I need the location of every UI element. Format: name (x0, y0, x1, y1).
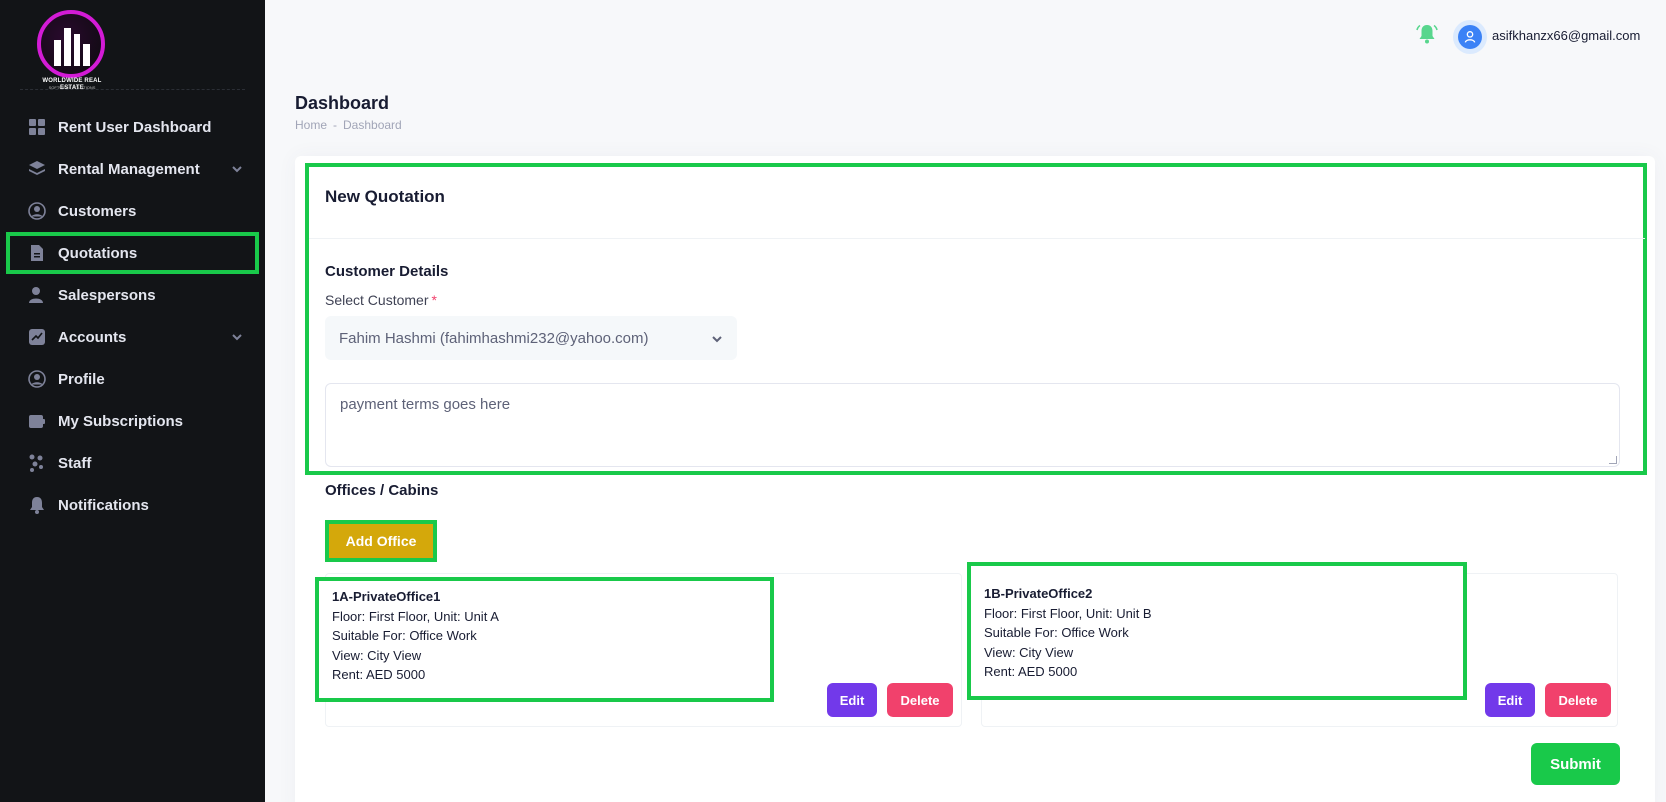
office-floor-unit: Floor: First Floor, Unit: Unit A (332, 608, 499, 624)
person-icon (28, 286, 46, 304)
delete-office-button[interactable]: Delete (1545, 683, 1611, 717)
customer-select[interactable]: Fahim Hashmi (fahimhashmi232@yahoo.com) (325, 316, 737, 360)
select-customer-label-text: Select Customer (325, 292, 429, 308)
sidebar-item-customers[interactable]: Customers (0, 190, 265, 232)
sidebar-item-staff[interactable]: Staff (0, 442, 265, 484)
sidebar-item-salespersons[interactable]: Salespersons (0, 274, 265, 316)
edit-office-button[interactable]: Edit (1485, 683, 1535, 717)
chart-icon (28, 328, 46, 346)
breadcrumb-current: Dashboard (343, 118, 402, 132)
sidebar-item-label: Rental Management (58, 160, 200, 178)
required-mark: * (431, 292, 437, 308)
sidebar-item-label: Quotations (58, 244, 138, 262)
sidebar: WORLDWIDE REAL ESTATE SOFTWARE SOLUTIONS… (0, 0, 265, 802)
team-icon (28, 454, 46, 472)
sidebar-item-label: Rent User Dashboard (58, 118, 212, 136)
office-rent: Rent: AED 5000 (984, 664, 1078, 679)
chevron-down-icon (711, 332, 723, 344)
delete-office-button[interactable]: Delete (887, 683, 953, 717)
sidebar-nav: Rent User Dashboard Rental Management Cu… (0, 106, 265, 526)
sidebar-item-label: Notifications (58, 496, 149, 514)
sidebar-item-label: Profile (58, 370, 105, 388)
sidebar-item-label: Staff (58, 454, 92, 472)
office-details-highlight: 1A-PrivateOffice1 Floor: First Floor, Un… (315, 577, 774, 702)
card-title: New Quotation (325, 187, 445, 206)
user-avatar[interactable] (1453, 20, 1487, 54)
selected-customer-value: Fahim Hashmi (fahimhashmi232@yahoo.com) (339, 329, 649, 347)
sidebar-item-profile[interactable]: Profile (0, 358, 265, 400)
bell-icon (28, 496, 46, 514)
office-suitable-for: Suitable For: Office Work (332, 628, 477, 643)
sidebar-item-rental-management[interactable]: Rental Management (0, 148, 265, 190)
office-view: View: City View (332, 647, 422, 663)
chevron-down-icon (231, 162, 243, 174)
sidebar-item-label: Customers (58, 202, 137, 220)
wallet-icon (28, 412, 46, 430)
sidebar-divider (20, 89, 245, 90)
breadcrumb-separator: - (333, 118, 338, 132)
office-view: View: City View (984, 644, 1074, 660)
grid-icon (28, 118, 46, 136)
sidebar-item-notifications[interactable]: Notifications (0, 484, 265, 526)
card-divider (309, 238, 1645, 239)
sidebar-item-label: My Subscriptions (58, 412, 184, 430)
page-title: Dashboard (295, 93, 390, 113)
user-email[interactable]: asifkhanzx66@gmail.com (1492, 28, 1640, 43)
submit-button[interactable]: Submit (1531, 743, 1620, 785)
sidebar-item-label: Accounts (58, 328, 127, 346)
select-customer-label: Select Customer * (325, 292, 437, 308)
logo-buildings-icon (54, 22, 90, 66)
document-icon (28, 244, 46, 262)
user-circle-icon (28, 202, 46, 220)
user-icon (1458, 25, 1482, 49)
payment-terms-textarea[interactable]: payment terms goes here (325, 383, 1620, 467)
profile-icon (28, 370, 46, 388)
sidebar-item-quotations[interactable]: Quotations (6, 232, 259, 274)
breadcrumb: Home - Dashboard (295, 118, 402, 132)
sidebar-item-accounts[interactable]: Accounts (0, 316, 265, 358)
office-name: 1A-PrivateOffice1 (332, 589, 441, 604)
office-floor-unit: Floor: First Floor, Unit: Unit B (984, 605, 1152, 621)
office-rent: Rent: AED 5000 (332, 667, 426, 682)
resize-handle[interactable] (1609, 456, 1617, 464)
layers-icon (28, 160, 46, 178)
edit-office-button[interactable]: Edit (827, 683, 877, 717)
breadcrumb-home[interactable]: Home (295, 118, 327, 132)
payment-terms-value: payment terms goes here (340, 396, 511, 413)
office-suitable-for: Suitable For: Office Work (984, 625, 1129, 640)
add-office-button[interactable]: Add Office (325, 520, 437, 562)
office-details-highlight: 1B-PrivateOffice2 Floor: First Floor, Un… (967, 562, 1467, 700)
company-logo[interactable]: WORLDWIDE REAL ESTATE SOFTWARE SOLUTIONS (32, 10, 112, 91)
customer-details-heading: Customer Details (325, 263, 449, 280)
offices-cabins-heading: Offices / Cabins (325, 482, 439, 499)
office-name: 1B-PrivateOffice2 (984, 586, 1093, 601)
sidebar-item-rent-user-dashboard[interactable]: Rent User Dashboard (0, 106, 265, 148)
sidebar-item-my-subscriptions[interactable]: My Subscriptions (0, 400, 265, 442)
notification-bell-icon[interactable] (1415, 22, 1439, 46)
chevron-down-icon (231, 330, 243, 342)
sidebar-item-label: Salespersons (58, 286, 156, 304)
